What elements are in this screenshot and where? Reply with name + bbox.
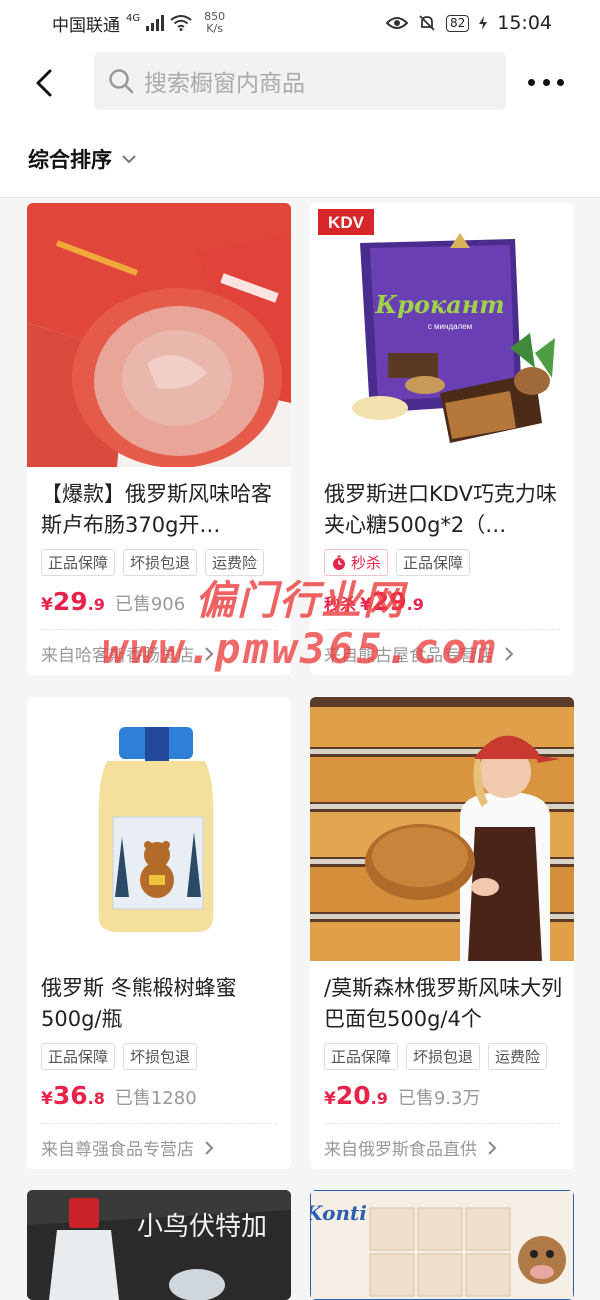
charging-icon [479, 16, 488, 30]
store-link[interactable]: 来自哈客斯香肠总店 [41, 641, 214, 666]
divider [324, 629, 560, 630]
sausage-illustration [27, 203, 291, 467]
product-card[interactable]: 小鸟伏特加 [27, 1190, 291, 1300]
chevron-right-icon [205, 646, 214, 661]
price-row: 秒杀 ¥29.9 [324, 587, 424, 616]
stopwatch-icon [333, 555, 345, 570]
store-name: 来自尊强食品专营店 [41, 1140, 194, 1160]
store-name: 来自哈客斯香肠总店 [41, 646, 194, 666]
divider [324, 1123, 560, 1124]
tag-shipping-insurance: 运费险 [488, 1043, 548, 1070]
product-title: 俄罗斯进口KDV巧克力味夹心糖500g*2（… [324, 482, 557, 537]
krokant-sub-text: с миндалем [428, 322, 472, 331]
product-tags: 正品保障 坏损包退 运费险 [324, 1043, 548, 1070]
search-placeholder: 搜索橱窗内商品 [144, 71, 305, 97]
konti-illustration: Konti [310, 1190, 574, 1300]
signal-icon [146, 15, 165, 31]
product-title: 俄罗斯 冬熊椴树蜂蜜500g/瓶 [41, 976, 237, 1031]
bakery-illustration [310, 697, 574, 961]
eye-icon [385, 17, 408, 29]
product-image-bread[interactable] [310, 697, 574, 961]
product-image-sausage[interactable] [27, 203, 291, 467]
product-tags: 正品保障 坏损包退 运费险 [41, 549, 265, 576]
chevron-right-icon [505, 646, 514, 661]
product-title: 【爆款】俄罗斯风味哈客斯卢布肠370g开… [41, 482, 272, 537]
kdv-logo-text: KDV [328, 213, 365, 232]
product-tags: 秒杀 正品保障 [324, 549, 471, 576]
more-dot-icon [528, 78, 535, 86]
sold-count: 已售906 [114, 594, 186, 615]
product-image-candy[interactable]: KDV Крокант с миндалем [310, 203, 574, 467]
sort-label: 综合排序 [28, 148, 112, 172]
search-icon [109, 69, 134, 94]
flash-sale-label: 秒杀 [324, 595, 357, 614]
sort-dropdown[interactable]: 综合排序 [28, 144, 136, 174]
product-price: ¥20.9 [324, 1081, 388, 1110]
more-menu-button[interactable] [528, 70, 564, 94]
product-image-vodka[interactable]: 小鸟伏特加 [27, 1190, 291, 1300]
store-name: 来自熊古屋食品专营店 [324, 646, 494, 666]
price-row: ¥20.9 已售9.3万 [324, 1081, 481, 1110]
price-row: ¥36.8 已售1280 [41, 1081, 197, 1110]
product-price: ¥29.9 [360, 587, 424, 616]
sold-count: 已售9.3万 [397, 1088, 481, 1109]
store-link[interactable]: 来自熊古屋食品专营店 [324, 641, 514, 666]
signal-type: 4G [126, 12, 141, 24]
price-row: ¥29.9 已售906 [41, 587, 185, 616]
top-header: 搜索橱窗内商品 [0, 46, 600, 126]
net-speed: 850 K/s [204, 10, 226, 35]
search-input[interactable]: 搜索橱窗内商品 [94, 52, 506, 110]
chevron-down-icon [122, 155, 136, 164]
product-card[interactable]: 俄罗斯 冬熊椴树蜂蜜500g/瓶 正品保障 坏损包退 ¥36.8 已售1280 … [27, 697, 291, 1169]
chevron-right-icon [488, 1140, 497, 1155]
product-price: ¥29.9 [41, 587, 105, 616]
tag-genuine: 正品保障 [41, 1043, 116, 1070]
product-price: ¥36.8 [41, 1081, 105, 1110]
tag-damage-refund: 坏损包退 [406, 1043, 481, 1070]
back-button[interactable] [30, 66, 60, 100]
tag-genuine: 正品保障 [324, 1043, 399, 1070]
vodka-illustration: 小鸟伏特加 [27, 1190, 291, 1300]
more-dot-icon [542, 78, 550, 86]
product-image-honey[interactable] [27, 697, 291, 961]
konti-logo-text: Konti [310, 1201, 367, 1225]
sort-bar: 综合排序 [0, 126, 600, 198]
store-name: 来自俄罗斯食品直供 [324, 1140, 477, 1160]
tag-genuine: 正品保障 [41, 549, 116, 576]
divider [41, 1123, 277, 1124]
battery-indicator: 82 [445, 14, 470, 32]
chevron-right-icon [205, 1140, 214, 1155]
sold-count: 已售1280 [114, 1088, 197, 1109]
vodka-label-text: 小鸟伏特加 [137, 1212, 267, 1242]
krokant-text: Крокант [374, 290, 504, 319]
product-card[interactable]: Konti [310, 1190, 574, 1300]
store-link[interactable]: 来自尊强食品专营店 [41, 1135, 214, 1160]
mute-bell-icon [419, 15, 435, 31]
product-image-konti[interactable]: Konti [310, 1190, 574, 1300]
divider [41, 629, 277, 630]
tag-genuine: 正品保障 [396, 549, 471, 576]
wifi-icon [170, 15, 192, 31]
candy-illustration: KDV Крокант с миндалем [318, 209, 555, 443]
more-dot-icon [557, 78, 564, 86]
product-tags: 正品保障 坏损包退 [41, 1043, 198, 1070]
honey-jar-illustration [99, 727, 213, 932]
product-card[interactable]: /莫斯森林俄罗斯风味大列巴面包500g/4个 正品保障 坏损包退 运费险 ¥20… [310, 697, 574, 1169]
tag-damage-refund: 坏损包退 [123, 549, 198, 576]
clock: 15:04 [497, 12, 552, 34]
tag-shipping-insurance: 运费险 [205, 549, 265, 576]
back-arrow-icon [36, 69, 52, 97]
store-link[interactable]: 来自俄罗斯食品直供 [324, 1135, 497, 1160]
product-card[interactable]: 【爆款】俄罗斯风味哈客斯卢布肠370g开… 正品保障 坏损包退 运费险 ¥29.… [27, 203, 291, 675]
product-card[interactable]: KDV Крокант с миндалем 俄罗斯进口KDV巧克力味夹心糖50… [310, 203, 574, 675]
tag-flash-sale: 秒杀 [324, 549, 389, 576]
carrier-name: 中国联通 [52, 15, 120, 36]
status-bar: 中国联通 4G 850 K/s 82 15:04 [0, 0, 600, 46]
tag-damage-refund: 坏损包退 [123, 1043, 198, 1070]
product-title: /莫斯森林俄罗斯风味大列巴面包500g/4个 [324, 976, 563, 1031]
